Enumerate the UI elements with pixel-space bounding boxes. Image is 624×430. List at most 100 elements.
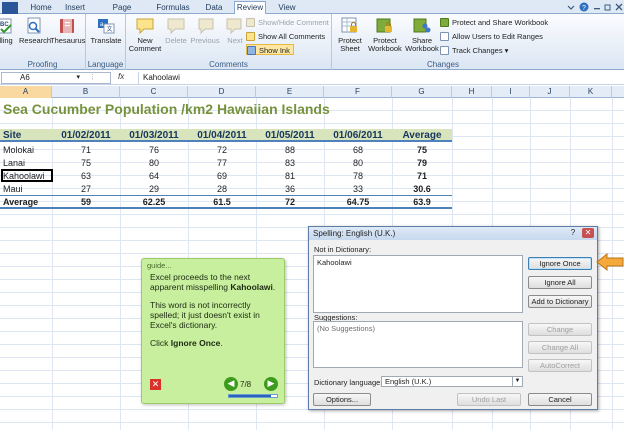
cancel-button[interactable]: Cancel — [528, 393, 592, 406]
header-cell[interactable]: 01/02/2011 — [52, 130, 120, 142]
not-in-dictionary-field[interactable]: Kahoolawi — [313, 255, 523, 313]
table-cell[interactable]: 69 — [188, 170, 256, 182]
dialog-close-button[interactable]: ✕ — [582, 228, 594, 238]
tab-page-layout[interactable]: Page Layout — [100, 2, 144, 23]
tab-review[interactable]: Review — [234, 1, 266, 15]
tab-data[interactable]: Data — [203, 2, 225, 14]
column-header-k[interactable]: K — [570, 86, 612, 98]
table-cell[interactable]: 75 — [52, 157, 120, 169]
ignore-once-button[interactable]: Ignore Once — [528, 257, 592, 270]
column-header-d[interactable]: D — [188, 86, 256, 98]
delete-comment-button[interactable]: Delete — [162, 16, 190, 56]
column-header-f[interactable]: F — [324, 86, 392, 98]
column-header-a[interactable]: A — [0, 86, 52, 98]
table-cell[interactable]: 36 — [256, 183, 324, 195]
guide-previous-button[interactable]: ◀ — [224, 377, 238, 391]
table-cell[interactable]: 64 — [120, 170, 188, 182]
guide-close-button[interactable]: ✕ — [150, 379, 161, 390]
allow-users-edit-ranges-button[interactable]: Allow Users to Edit Ranges — [440, 31, 543, 42]
undo-last-button[interactable]: Undo Last — [457, 393, 521, 406]
table-cell[interactable]: 79 — [392, 157, 452, 169]
table-cell[interactable]: 80 — [120, 157, 188, 169]
translate-button[interactable]: a文 Translate — [89, 16, 123, 56]
header-cell[interactable]: 01/06/2011 — [324, 130, 392, 142]
column-header-e[interactable]: E — [256, 86, 324, 98]
header-cell[interactable]: Site — [2, 130, 52, 142]
tab-home[interactable]: Home — [28, 2, 54, 14]
arrow-right-icon: ▶ — [267, 378, 275, 388]
tab-insert[interactable]: Insert — [62, 2, 88, 14]
show-hide-comment-button[interactable]: Show/Hide Comment — [246, 17, 329, 28]
options-button[interactable]: Options... — [313, 393, 371, 406]
column-header-j[interactable]: J — [530, 86, 570, 98]
column-header-c[interactable]: C — [120, 86, 188, 98]
table-cell[interactable]: 33 — [324, 183, 392, 195]
protect-share-workbook-button[interactable]: Protect and Share Workbook — [440, 17, 548, 28]
table-cell[interactable]: 80 — [324, 157, 392, 169]
formula-input[interactable]: Kahoolawi — [138, 72, 622, 84]
column-header-g[interactable]: G — [392, 86, 452, 98]
table-cell[interactable]: 28 — [188, 183, 256, 195]
tab-formulas[interactable]: Formulas — [155, 2, 191, 14]
column-header-i[interactable]: I — [492, 86, 530, 98]
table-cell[interactable]: 81 — [256, 170, 324, 182]
guide-next-button[interactable]: ▶ — [264, 377, 278, 391]
change-button[interactable]: Change — [528, 323, 592, 336]
add-to-dictionary-button[interactable]: Add to Dictionary — [528, 295, 592, 308]
table-cell[interactable]: 88 — [256, 144, 324, 156]
table-cell[interactable]: 75 — [392, 144, 452, 156]
header-cell[interactable]: Average — [392, 130, 452, 142]
table-cell[interactable]: 30.6 — [392, 183, 452, 195]
insert-function-button[interactable]: fx — [118, 72, 124, 81]
table-cell[interactable]: 68 — [324, 144, 392, 156]
table-cell[interactable]: 27 — [52, 183, 120, 195]
header-cell[interactable]: 01/04/2011 — [188, 130, 256, 142]
table-cell[interactable]: 83 — [256, 157, 324, 169]
share-workbook-button[interactable]: Share Workbook — [404, 16, 440, 56]
window-restore-icon[interactable] — [603, 2, 613, 12]
name-box[interactable]: A6 ▾ ⋮ — [1, 72, 111, 84]
column-header-h[interactable]: H — [452, 86, 492, 98]
header-cell[interactable]: 01/03/2011 — [120, 130, 188, 142]
minimize-ribbon-icon[interactable] — [566, 2, 576, 12]
track-changes-button[interactable]: Track Changes ▾ — [440, 45, 508, 56]
table-cell[interactable]: Lanai — [2, 157, 52, 169]
dictionary-language-select[interactable]: English (U.K.) ▼ — [381, 376, 523, 387]
header-cell[interactable]: 01/05/2011 — [256, 130, 324, 142]
column-header-b[interactable]: B — [52, 86, 120, 98]
table-cell[interactable]: 63 — [52, 170, 120, 182]
research-button[interactable]: Research — [19, 16, 51, 56]
table-cell[interactable]: 72 — [188, 144, 256, 156]
suggestions-list[interactable]: (No Suggestions) — [313, 321, 523, 368]
change-all-button[interactable]: Change All — [528, 341, 592, 354]
table-cell[interactable]: 29 — [120, 183, 188, 195]
file-tab[interactable] — [2, 2, 18, 14]
show-all-comments-button[interactable]: Show All Comments — [246, 31, 325, 42]
active-cell-cursor[interactable] — [1, 169, 53, 182]
table-cell[interactable]: 71 — [52, 144, 120, 156]
window-close-icon[interactable] — [614, 2, 624, 12]
autocorrect-button[interactable]: AutoCorrect — [528, 359, 592, 372]
thesaurus-button[interactable]: Thesaurus — [50, 16, 85, 56]
dialog-title-bar[interactable]: Spelling: English (U.K.) — [309, 227, 597, 240]
protect-workbook-button[interactable]: Protect Workbook — [366, 16, 404, 56]
protect-sheet-button[interactable]: Protect Sheet — [334, 16, 366, 56]
show-ink-button[interactable]: Show Ink — [246, 44, 294, 55]
tab-view[interactable]: View — [277, 2, 297, 14]
help-icon[interactable]: ? — [579, 2, 589, 12]
dialog-help-button[interactable]: ? — [567, 228, 579, 238]
name-box-dropdown-icon[interactable]: ▾ — [76, 73, 80, 83]
spelling-button[interactable]: BC lling — [0, 16, 18, 56]
table-cell[interactable]: 76 — [120, 144, 188, 156]
next-comment-button[interactable]: Next — [222, 16, 248, 56]
table-cell[interactable]: 71 — [392, 170, 452, 182]
table-cell[interactable]: Molokai — [2, 144, 52, 156]
sheet-title[interactable]: Sea Cucumber Population /km2 Hawaiian Is… — [3, 101, 330, 117]
table-cell[interactable]: 78 — [324, 170, 392, 182]
new-comment-button[interactable]: New Comment — [128, 16, 162, 56]
window-minimize-icon[interactable] — [592, 2, 602, 12]
ignore-all-button[interactable]: Ignore All — [528, 276, 592, 289]
previous-comment-button[interactable]: Previous — [189, 16, 221, 56]
table-cell[interactable]: Maui — [2, 183, 52, 195]
table-cell[interactable]: 77 — [188, 157, 256, 169]
